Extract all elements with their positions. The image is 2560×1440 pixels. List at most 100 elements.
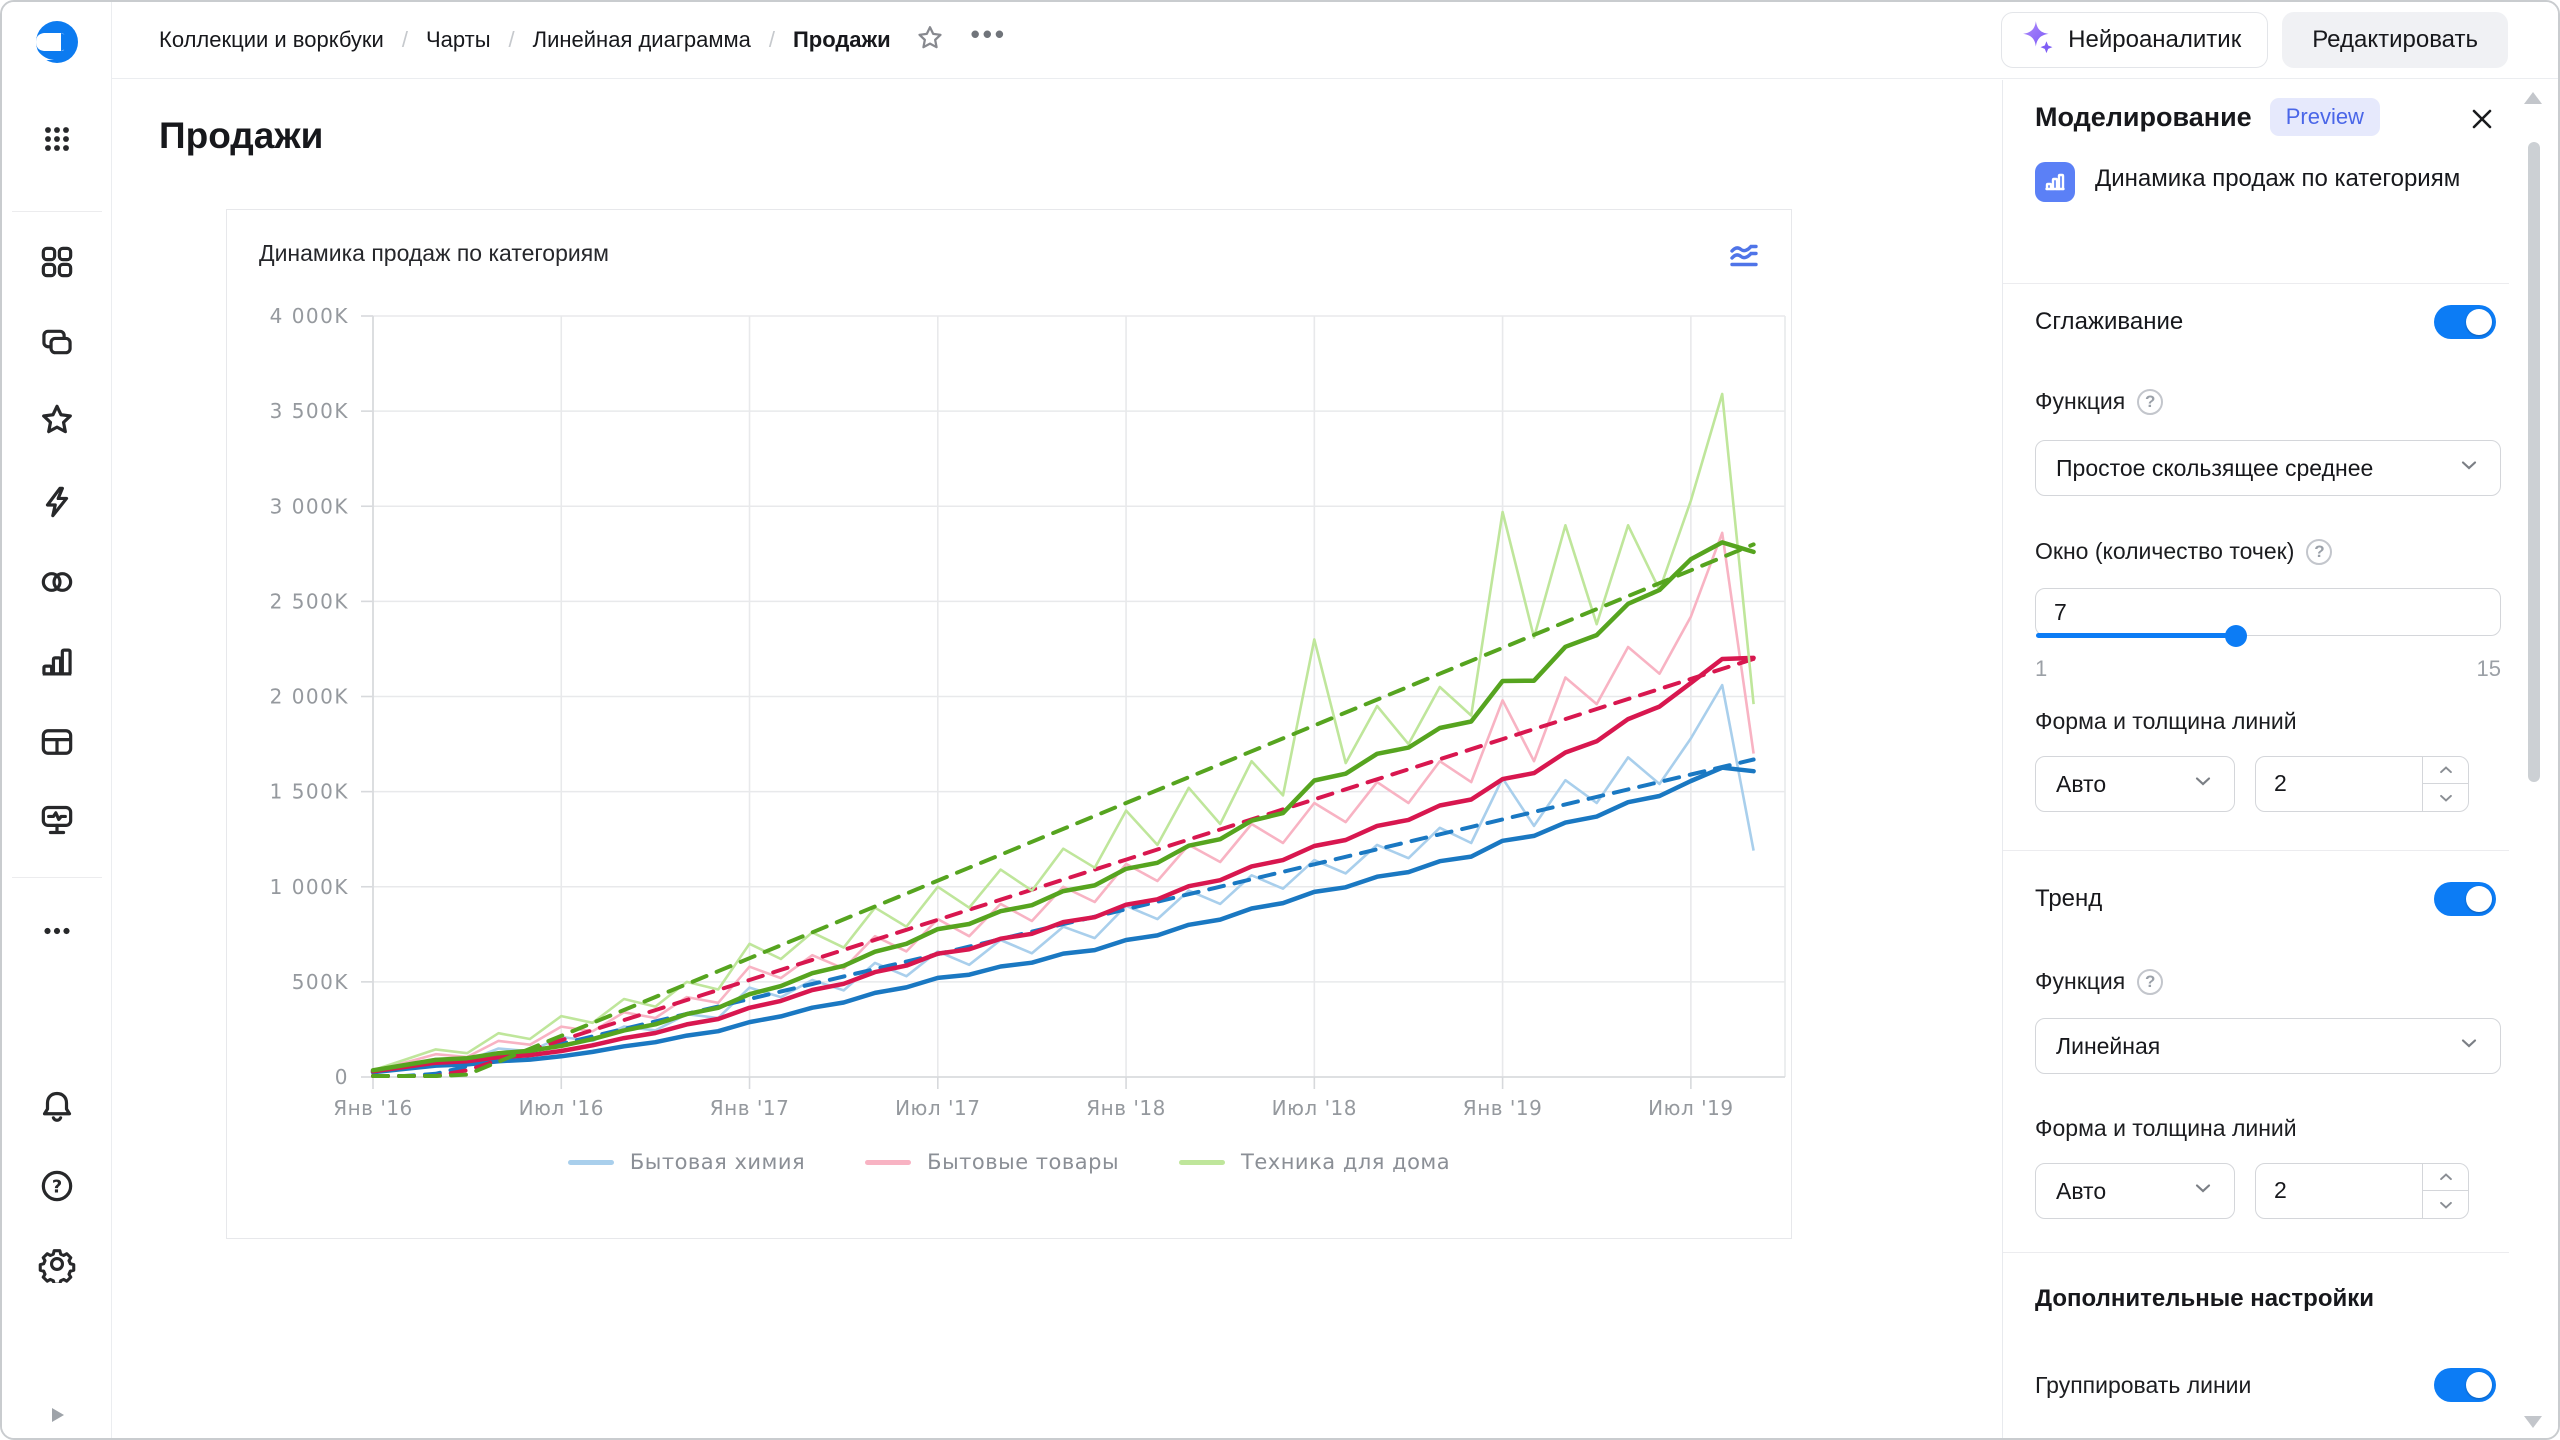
- notifications-bell-icon[interactable]: [38, 1087, 76, 1125]
- help-question-icon[interactable]: ?: [2137, 969, 2163, 995]
- svg-text:1 500K: 1 500K: [270, 780, 349, 804]
- trend-row: Тренд: [2035, 882, 2496, 916]
- settings-gear-icon[interactable]: [38, 1245, 76, 1283]
- sidebar-item-dashboards-icon[interactable]: [38, 723, 76, 761]
- breadcrumb-separator: /: [769, 27, 775, 53]
- svg-text:Июл '18: Июл '18: [1272, 1096, 1357, 1120]
- sparkle-icon: [2020, 19, 2056, 62]
- slider-fill: [2036, 633, 2236, 638]
- stepper-down-icon[interactable]: [2423, 1191, 2468, 1218]
- neuroanalyst-button[interactable]: Нейроаналитик: [2001, 12, 2268, 68]
- panel-scrollbar[interactable]: [2528, 142, 2540, 782]
- panel-divider: [2003, 850, 2509, 851]
- scroll-down-icon[interactable]: [2524, 1416, 2542, 1428]
- breadcrumb-current: Продажи: [793, 27, 891, 53]
- smoothing-toggle[interactable]: [2434, 305, 2496, 339]
- legend-label: Бытовые товары: [927, 1150, 1119, 1174]
- stepper-up-icon[interactable]: [2423, 757, 2468, 784]
- breadcrumb-separator: /: [402, 27, 408, 53]
- chevron-down-icon: [2192, 1177, 2214, 1205]
- function-label: Функция: [2035, 968, 2125, 995]
- sidebar-item-datasets-icon[interactable]: [38, 563, 76, 601]
- chevron-down-icon: [2458, 1032, 2480, 1060]
- breadcrumb-charts[interactable]: Чарты: [426, 27, 491, 53]
- preview-badge: Preview: [2270, 98, 2380, 136]
- shape-label: Форма и толщина линий: [2035, 1115, 2297, 1142]
- favorite-star-icon[interactable]: [915, 23, 945, 58]
- sidebar-item-collections-icon[interactable]: [38, 243, 76, 281]
- trend-shape-select[interactable]: Авто: [2035, 1163, 2235, 1219]
- legend-item[interactable]: Бытовая химия: [568, 1150, 805, 1174]
- legend-item[interactable]: Бытовые товары: [865, 1150, 1119, 1174]
- trend-shape-value: Авто: [2056, 1178, 2106, 1205]
- stepper-up-icon[interactable]: [2423, 1164, 2468, 1191]
- modeling-panel: Моделирование Preview Динамика продаж по…: [2002, 80, 2558, 1438]
- chart-reference-item[interactable]: Динамика продаж по категориям: [2035, 162, 2488, 202]
- sidebar-item-monitoring-icon[interactable]: [38, 801, 76, 839]
- scroll-up-icon[interactable]: [2524, 92, 2542, 104]
- smoothing-thickness-value: 2: [2274, 770, 2287, 797]
- trend-thickness-value: 2: [2274, 1177, 2287, 1204]
- smoothing-shape-select[interactable]: Авто: [2035, 756, 2235, 812]
- breadcrumb-line-chart[interactable]: Линейная диаграмма: [533, 27, 751, 53]
- legend-swatch: [568, 1160, 614, 1165]
- smoothing-label: Сглаживание: [2035, 308, 2183, 336]
- svg-text:3 000K: 3 000K: [270, 494, 349, 518]
- sidebar-item-favorites-icon[interactable]: [38, 401, 76, 439]
- panel-divider: [2003, 283, 2509, 284]
- slider-thumb[interactable]: [2225, 625, 2247, 647]
- sidebar-more-icon[interactable]: [38, 912, 76, 950]
- breadcrumb-separator: /: [509, 27, 515, 53]
- chevron-down-icon: [2192, 770, 2214, 798]
- chevron-down-icon: [2458, 454, 2480, 482]
- window-slider-input[interactable]: 7: [2035, 588, 2501, 636]
- svg-text:2 000K: 2 000K: [270, 685, 349, 709]
- trend-label: Тренд: [2035, 885, 2102, 913]
- help-question-icon[interactable]: ?: [2306, 539, 2332, 565]
- bar-chart-icon: [2035, 162, 2075, 202]
- smoothing-function-select[interactable]: Простое скользящее среднее: [2035, 440, 2501, 496]
- svg-text:2 500K: 2 500K: [270, 589, 349, 613]
- datalens-logo[interactable]: [34, 19, 80, 65]
- panel-header: Моделирование Preview: [2035, 98, 2518, 136]
- edit-label: Редактировать: [2312, 26, 2478, 54]
- neuroanalyst-label: Нейроаналитик: [2068, 26, 2241, 54]
- trend-thickness-stepper[interactable]: 2: [2255, 1163, 2469, 1219]
- smoothing-shape-label-row: Форма и толщина линий: [2035, 708, 2297, 735]
- legend-item[interactable]: Техника для дома: [1179, 1150, 1450, 1174]
- main-content: Продажи Динамика продаж по категориям 05…: [113, 80, 2007, 1438]
- window-label: Окно (количество точек): [2035, 538, 2294, 565]
- more-actions-icon[interactable]: •••: [971, 29, 1007, 51]
- trend-toggle[interactable]: [2434, 882, 2496, 916]
- sidebar-expand-icon[interactable]: [43, 1401, 71, 1429]
- trend-function-label-row: Функция ?: [2035, 968, 2163, 995]
- sidebar-item-workbooks-icon[interactable]: [38, 323, 76, 361]
- function-label: Функция: [2035, 388, 2125, 415]
- help-icon[interactable]: ?: [38, 1167, 76, 1205]
- apps-grid-icon[interactable]: [38, 120, 76, 158]
- line-chart-plot[interactable]: 0500K1 000K1 500K2 000K2 500K3 000K3 500…: [227, 210, 1793, 1240]
- trend-function-value: Линейная: [2056, 1033, 2160, 1060]
- legend-label: Техника для дома: [1241, 1150, 1450, 1174]
- smoothing-function-value: Простое скользящее среднее: [2056, 455, 2373, 482]
- topbar: Коллекции и воркбуки / Чарты / Линейная …: [112, 2, 2558, 79]
- sidebar-item-charts-icon[interactable]: [38, 643, 76, 681]
- group-lines-toggle[interactable]: [2434, 1368, 2496, 1402]
- topbar-actions: Нейроаналитик Редактировать: [2001, 12, 2508, 68]
- smoothing-thickness-stepper[interactable]: 2: [2255, 756, 2469, 812]
- close-icon[interactable]: [2465, 102, 2499, 136]
- breadcrumb-collections[interactable]: Коллекции и воркбуки: [159, 27, 384, 53]
- stepper-down-icon[interactable]: [2423, 784, 2468, 811]
- edit-button[interactable]: Редактировать: [2282, 12, 2508, 68]
- smoothing-shape-value: Авто: [2056, 771, 2106, 798]
- app-window: ? Коллекции и воркбуки / Чарты / Линейна…: [0, 0, 2560, 1440]
- legend-swatch: [865, 1160, 911, 1165]
- trend-function-select[interactable]: Линейная: [2035, 1018, 2501, 1074]
- svg-text:3 500K: 3 500K: [270, 399, 349, 423]
- slider-minmax: 1 15: [2035, 656, 2501, 682]
- group-lines-row: Группировать линии: [2035, 1368, 2496, 1402]
- sidebar-item-connections-icon[interactable]: [38, 483, 76, 521]
- legend-label: Бытовая химия: [630, 1150, 805, 1174]
- sidebar-divider: [12, 211, 102, 212]
- help-question-icon[interactable]: ?: [2137, 389, 2163, 415]
